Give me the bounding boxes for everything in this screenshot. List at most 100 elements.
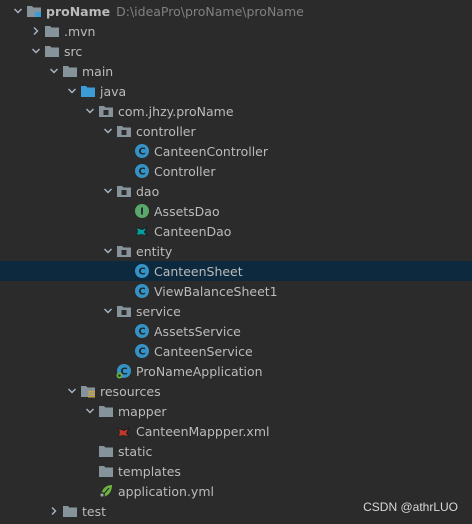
tree-row-class-controller[interactable]: C Controller xyxy=(0,161,472,181)
folder-icon xyxy=(98,463,114,479)
package-icon xyxy=(116,183,132,199)
class-icon: C xyxy=(134,343,150,359)
mybatis-mapper-icon xyxy=(134,223,150,239)
svg-text:C: C xyxy=(138,347,145,358)
svg-text:C: C xyxy=(138,147,145,158)
tree-row-folder-java[interactable]: java xyxy=(0,81,472,101)
tree-row-label: CanteenService xyxy=(154,343,253,359)
chevron-down-icon[interactable] xyxy=(100,241,116,261)
project-path: D:\ideaPro\proName\proName xyxy=(116,3,304,19)
tree-row-folder-mapper[interactable]: mapper xyxy=(0,401,472,421)
tree-row-label: test xyxy=(82,503,107,519)
tree-row-label: Controller xyxy=(154,163,216,179)
tree-row-folder-src[interactable]: src xyxy=(0,41,472,61)
tree-row-label: static xyxy=(118,443,153,459)
tree-row-label: java xyxy=(100,83,127,99)
tree-row-label: AssetsService xyxy=(154,323,241,339)
package-icon xyxy=(98,103,114,119)
yaml-config-icon xyxy=(98,483,114,499)
interface-icon: I xyxy=(134,203,150,219)
class-icon: C xyxy=(134,163,150,179)
chevron-down-icon[interactable] xyxy=(82,401,98,421)
folder-icon xyxy=(62,503,78,519)
watermark: CSDN @athrLUO xyxy=(363,500,458,514)
folder-icon xyxy=(62,63,78,79)
svg-text:C: C xyxy=(138,287,145,298)
tree-row-interface-canteen-dao[interactable]: CanteenDao xyxy=(0,221,472,241)
tree-row-label: mapper xyxy=(118,403,167,419)
folder-icon xyxy=(98,443,114,459)
project-tree: proName D:\ideaPro\proName\proName .mvn src… xyxy=(0,0,472,524)
tree-row-label: main xyxy=(82,63,114,79)
tree-row-interface-assets-dao[interactable]: I AssetsDao xyxy=(0,201,472,221)
package-icon xyxy=(116,303,132,319)
tree-row-package-dao[interactable]: dao xyxy=(0,181,472,201)
tree-row-folder-main[interactable]: main xyxy=(0,61,472,81)
tree-row-folder-static[interactable]: static xyxy=(0,441,472,461)
package-icon xyxy=(116,123,132,139)
tree-row-label: CanteenMappper.xml xyxy=(136,423,270,439)
tree-row-class-canteen-service[interactable]: C CanteenService xyxy=(0,341,472,361)
tree-row-label: ProNameApplication xyxy=(136,363,263,379)
chevron-down-icon[interactable] xyxy=(64,81,80,101)
chevron-down-icon[interactable] xyxy=(100,121,116,141)
tree-row-package-entity[interactable]: entity xyxy=(0,241,472,261)
tree-row-label: .mvn xyxy=(64,23,96,39)
tree-row-package-root[interactable]: com.jhzy.proName xyxy=(0,101,472,121)
spring-boot-class-icon: C xyxy=(116,363,132,379)
tree-row-label: ViewBalanceSheet1 xyxy=(154,283,278,299)
tree-row-label: com.jhzy.proName xyxy=(118,103,234,119)
tree-row-label: controller xyxy=(136,123,196,139)
class-icon: C xyxy=(134,263,150,279)
tree-row-class-assets-service[interactable]: C AssetsService xyxy=(0,321,472,341)
tree-row-label: dao xyxy=(136,183,160,199)
tree-row-file-canteen-mappper-xml[interactable]: CanteenMappper.xml xyxy=(0,421,472,441)
tree-row-class-canteen-controller[interactable]: C CanteenController xyxy=(0,141,472,161)
tree-row-label: CanteenSheet xyxy=(154,263,243,279)
chevron-down-icon[interactable] xyxy=(100,301,116,321)
tree-row-label: AssetsDao xyxy=(154,203,220,219)
tree-row-label: service xyxy=(136,303,181,319)
mybatis-xml-icon xyxy=(116,423,132,439)
chevron-down-icon[interactable] xyxy=(82,101,98,121)
chevron-right-icon[interactable] xyxy=(46,501,62,521)
tree-row-label: src xyxy=(64,43,83,59)
tree-row-package-service[interactable]: service xyxy=(0,301,472,321)
tree-row-class-view-balance-sheet1[interactable]: C ViewBalanceSheet1 xyxy=(0,281,472,301)
tree-row-class-canteen-sheet[interactable]: C CanteenSheet xyxy=(0,261,472,281)
tree-row-folder-mvn[interactable]: .mvn xyxy=(0,21,472,41)
tree-row-package-controller[interactable]: controller xyxy=(0,121,472,141)
class-icon: C xyxy=(134,143,150,159)
chevron-down-icon[interactable] xyxy=(100,181,116,201)
tree-row-folder-templates[interactable]: templates xyxy=(0,461,472,481)
tree-row-folder-resources[interactable]: resources xyxy=(0,381,472,401)
folder-icon xyxy=(98,403,114,419)
resources-folder-icon xyxy=(80,383,96,399)
tree-row-class-proname-application[interactable]: C ProNameApplication xyxy=(0,361,472,381)
folder-icon xyxy=(44,43,60,59)
chevron-down-icon[interactable] xyxy=(46,61,62,81)
class-icon: C xyxy=(134,323,150,339)
chevron-down-icon[interactable] xyxy=(28,41,44,61)
tree-row-label: CanteenDao xyxy=(154,223,232,239)
tree-row-label: application.yml xyxy=(118,483,214,499)
package-icon xyxy=(116,243,132,259)
tree-row-file-application-yml[interactable]: application.yml xyxy=(0,481,472,501)
chevron-down-icon[interactable] xyxy=(64,381,80,401)
tree-row-label: CanteenController xyxy=(154,143,269,159)
tree-row-label: resources xyxy=(100,383,161,399)
chevron-right-icon[interactable] xyxy=(28,21,44,41)
chevron-down-icon[interactable] xyxy=(10,1,26,21)
source-folder-icon xyxy=(80,83,96,99)
svg-text:C: C xyxy=(138,167,145,178)
svg-text:I: I xyxy=(140,207,144,218)
tree-row-label: proName xyxy=(46,3,111,19)
tree-row-label: entity xyxy=(136,243,173,259)
class-icon: C xyxy=(134,283,150,299)
module-folder-icon xyxy=(26,3,42,19)
folder-icon xyxy=(44,23,60,39)
tree-row-label: templates xyxy=(118,463,181,479)
tree-row-project-root[interactable]: proName D:\ideaPro\proName\proName xyxy=(0,1,472,21)
svg-text:C: C xyxy=(138,327,145,338)
svg-text:C: C xyxy=(138,267,145,278)
